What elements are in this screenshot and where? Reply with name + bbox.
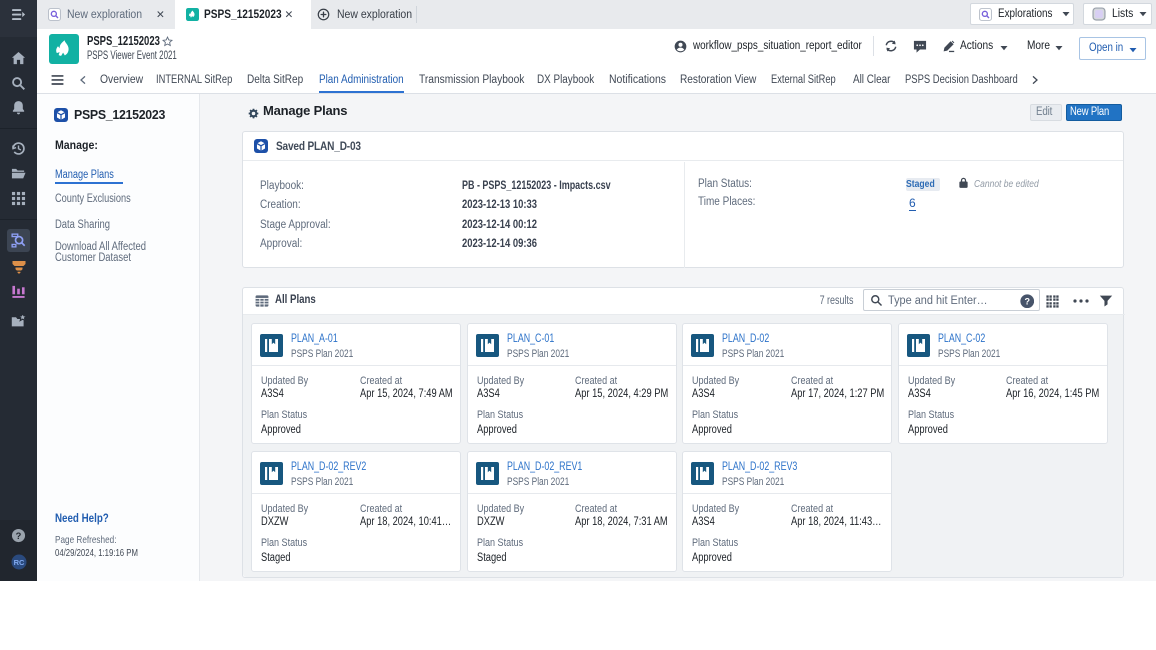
svg-text:RC: RC	[13, 558, 24, 567]
svg-text:?: ?	[1024, 296, 1030, 306]
svg-text:?: ?	[16, 531, 22, 541]
